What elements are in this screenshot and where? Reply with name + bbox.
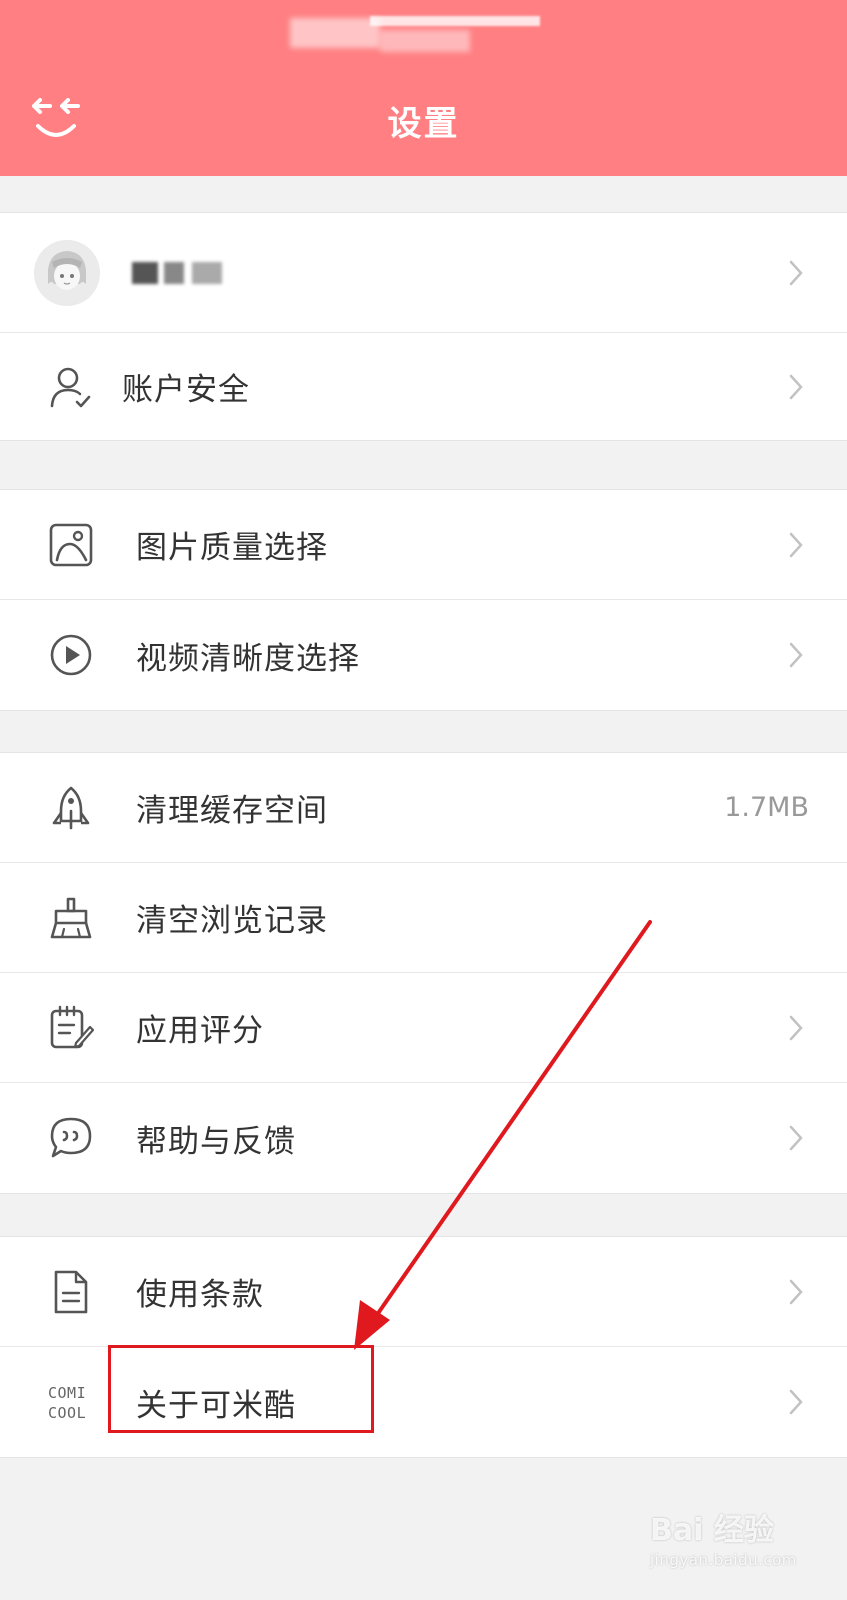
chevron-right-icon xyxy=(789,642,803,668)
chevron-right-icon xyxy=(789,1125,803,1151)
settings-item-app-rating[interactable]: 应用评分 xyxy=(0,973,847,1083)
settings-item-clear-history[interactable]: 清空浏览记录 xyxy=(0,863,847,973)
chevron-right-icon xyxy=(789,260,803,285)
status-bar-blurred xyxy=(290,12,550,52)
tools-group: 清理缓存空间 1.7MB 清空浏览记录 应用评分 帮助与反馈 xyxy=(0,752,847,1194)
settings-item-label: 账户安全 xyxy=(122,372,250,408)
profile-row[interactable] xyxy=(0,213,847,333)
watermark: Bai 经验 jingyan.baidu.com xyxy=(650,1505,810,1583)
svg-text:COMI: COMI xyxy=(48,1384,86,1402)
settings-item-video-quality[interactable]: 视频清晰度选择 xyxy=(0,600,847,710)
settings-item-label: 帮助与反馈 xyxy=(136,1123,296,1160)
settings-item-label: 应用评分 xyxy=(136,1013,264,1049)
chevron-right-icon xyxy=(789,1015,803,1040)
avatar xyxy=(34,239,100,306)
settings-item-label: 清理缓存空间 xyxy=(136,793,328,829)
document-icon xyxy=(54,1270,88,1313)
highlight-box xyxy=(108,1345,374,1433)
chevron-right-icon xyxy=(789,1389,803,1415)
notepad-pen-icon xyxy=(50,1005,94,1048)
broom-icon xyxy=(50,897,92,938)
rocket-icon xyxy=(52,786,90,829)
settings-item-help-feedback[interactable]: 帮助与反馈 xyxy=(0,1083,847,1193)
svg-text:COOL: COOL xyxy=(48,1404,86,1422)
settings-item-label: 视频清晰度选择 xyxy=(136,640,360,677)
watermark-sub: jingyan.baidu.com xyxy=(650,1551,797,1569)
settings-item-terms[interactable]: 使用条款 xyxy=(0,1237,847,1347)
chevron-right-icon xyxy=(789,374,803,399)
cache-size-value: 1.7MB xyxy=(724,792,809,823)
settings-item-label: 清空浏览记录 xyxy=(136,903,328,939)
settings-item-clear-cache[interactable]: 清理缓存空间 1.7MB xyxy=(0,753,847,863)
chevron-right-icon xyxy=(789,532,803,557)
settings-item-label: 使用条款 xyxy=(136,1277,264,1313)
settings-item-account-security[interactable]: 账户安全 xyxy=(0,333,847,440)
play-circle-icon xyxy=(50,634,92,676)
chevron-right-icon xyxy=(789,1279,803,1304)
username-blurred xyxy=(132,261,232,284)
chat-bubble-icon xyxy=(50,1117,92,1158)
watermark-main: Bai 经验 xyxy=(650,1513,774,1548)
page-title: 设置 xyxy=(387,104,460,144)
image-icon xyxy=(49,523,93,566)
app-header: 设置 xyxy=(0,0,847,176)
comicool-logo-icon: COMI COOL xyxy=(48,1384,86,1422)
media-quality-group: 图片质量选择 视频清晰度选择 xyxy=(0,489,847,711)
settings-item-image-quality[interactable]: 图片质量选择 xyxy=(0,490,847,600)
settings-item-label: 图片质量选择 xyxy=(136,530,328,566)
user-shield-icon xyxy=(50,367,91,407)
account-group: 账户安全 xyxy=(0,212,847,441)
